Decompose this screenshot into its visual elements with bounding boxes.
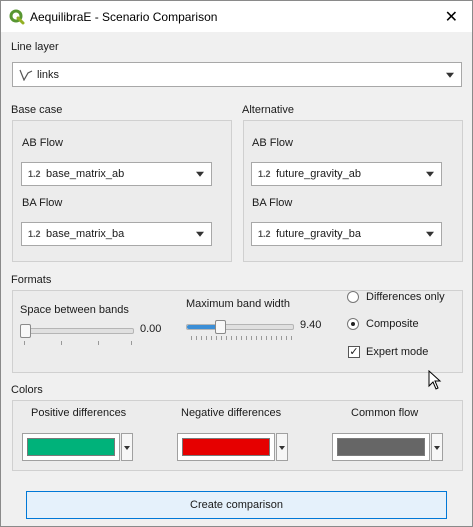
negative-color-swatch <box>182 438 270 456</box>
decimal-field-icon: 1.2 <box>258 229 271 239</box>
alternative-title: Alternative <box>242 104 294 116</box>
positive-color-button[interactable] <box>22 433 120 461</box>
chevron-down-icon <box>434 446 440 450</box>
alt-ab-combo[interactable]: 1.2 future_gravity_ab <box>251 162 442 186</box>
alt-ba-label: BA Flow <box>252 197 293 209</box>
chevron-down-icon <box>279 446 285 450</box>
space-slider-ticks <box>24 341 132 345</box>
base-ba-label: BA Flow <box>22 197 63 209</box>
space-slider-track[interactable] <box>20 328 134 334</box>
decimal-field-icon: 1.2 <box>28 229 41 239</box>
expert-mode-label[interactable]: Expert mode <box>366 346 428 358</box>
window-title: AequilibraE - Scenario Comparison <box>30 10 218 24</box>
chevron-down-icon <box>426 231 434 237</box>
differences-only-label[interactable]: Differences only <box>366 291 445 303</box>
create-comparison-button[interactable]: Create comparison <box>26 491 447 519</box>
chevron-down-icon <box>446 72 454 78</box>
chevron-down-icon <box>196 171 204 177</box>
chevron-down-icon <box>196 231 204 237</box>
max-width-slider-handle[interactable] <box>215 320 227 334</box>
space-between-bands-value: 0.00 <box>140 323 162 335</box>
base-ab-combo[interactable]: 1.2 base_matrix_ab <box>21 162 212 186</box>
alt-ab-value: future_gravity_ab <box>276 168 361 180</box>
space-between-bands-label: Space between bands <box>20 304 129 316</box>
composite-label[interactable]: Composite <box>366 318 419 330</box>
expert-mode-checkbox[interactable]: ✓ <box>348 346 360 358</box>
max-width-slider-fill <box>187 325 219 329</box>
line-layer-label: Line layer <box>11 41 59 53</box>
colors-title: Colors <box>11 384 43 396</box>
formats-title: Formats <box>11 274 52 286</box>
base-ba-value: base_matrix_ba <box>46 228 125 240</box>
close-icon[interactable]: ✕ <box>445 7 458 27</box>
alt-ba-combo[interactable]: 1.2 future_gravity_ba <box>251 222 442 246</box>
positive-differences-label: Positive differences <box>31 407 127 419</box>
line-layer-value: links <box>37 68 60 81</box>
dialog-window: AequilibraE - Scenario Comparison ✕ Line… <box>0 0 473 527</box>
base-ab-value: base_matrix_ab <box>46 168 125 180</box>
base-ba-combo[interactable]: 1.2 base_matrix_ba <box>21 222 212 246</box>
max-band-width-label: Maximum band width <box>186 298 290 310</box>
common-color-swatch <box>337 438 425 456</box>
alt-ba-value: future_gravity_ba <box>276 228 361 240</box>
negative-color-button[interactable] <box>177 433 275 461</box>
title-bar[interactable]: AequilibraE - Scenario Comparison ✕ <box>1 1 472 32</box>
composite-radio[interactable] <box>347 318 359 330</box>
negative-color-dropdown[interactable] <box>276 433 288 461</box>
chevron-down-icon <box>426 171 434 177</box>
radio-selected-dot <box>351 322 355 326</box>
decimal-field-icon: 1.2 <box>28 169 41 179</box>
common-flow-label: Common flow <box>351 407 419 419</box>
differences-only-radio[interactable] <box>347 291 359 303</box>
line-layer-combo[interactable]: links <box>12 62 462 87</box>
negative-differences-label: Negative differences <box>181 407 282 419</box>
max-band-width-value: 9.40 <box>300 319 322 331</box>
alt-ab-label: AB Flow <box>252 137 293 149</box>
space-slider-handle[interactable] <box>20 324 31 338</box>
common-color-dropdown[interactable] <box>431 433 443 461</box>
base-case-title: Base case <box>11 104 63 116</box>
common-color-button[interactable] <box>332 433 430 461</box>
decimal-field-icon: 1.2 <box>258 169 271 179</box>
positive-color-swatch <box>27 438 115 456</box>
base-ab-label: AB Flow <box>22 137 63 149</box>
line-layer-icon <box>19 69 33 81</box>
chevron-down-icon <box>124 446 130 450</box>
qgis-logo-icon <box>9 9 25 25</box>
positive-color-dropdown[interactable] <box>121 433 133 461</box>
mouse-cursor-icon <box>428 370 442 390</box>
max-width-slider-ticks <box>191 336 292 340</box>
